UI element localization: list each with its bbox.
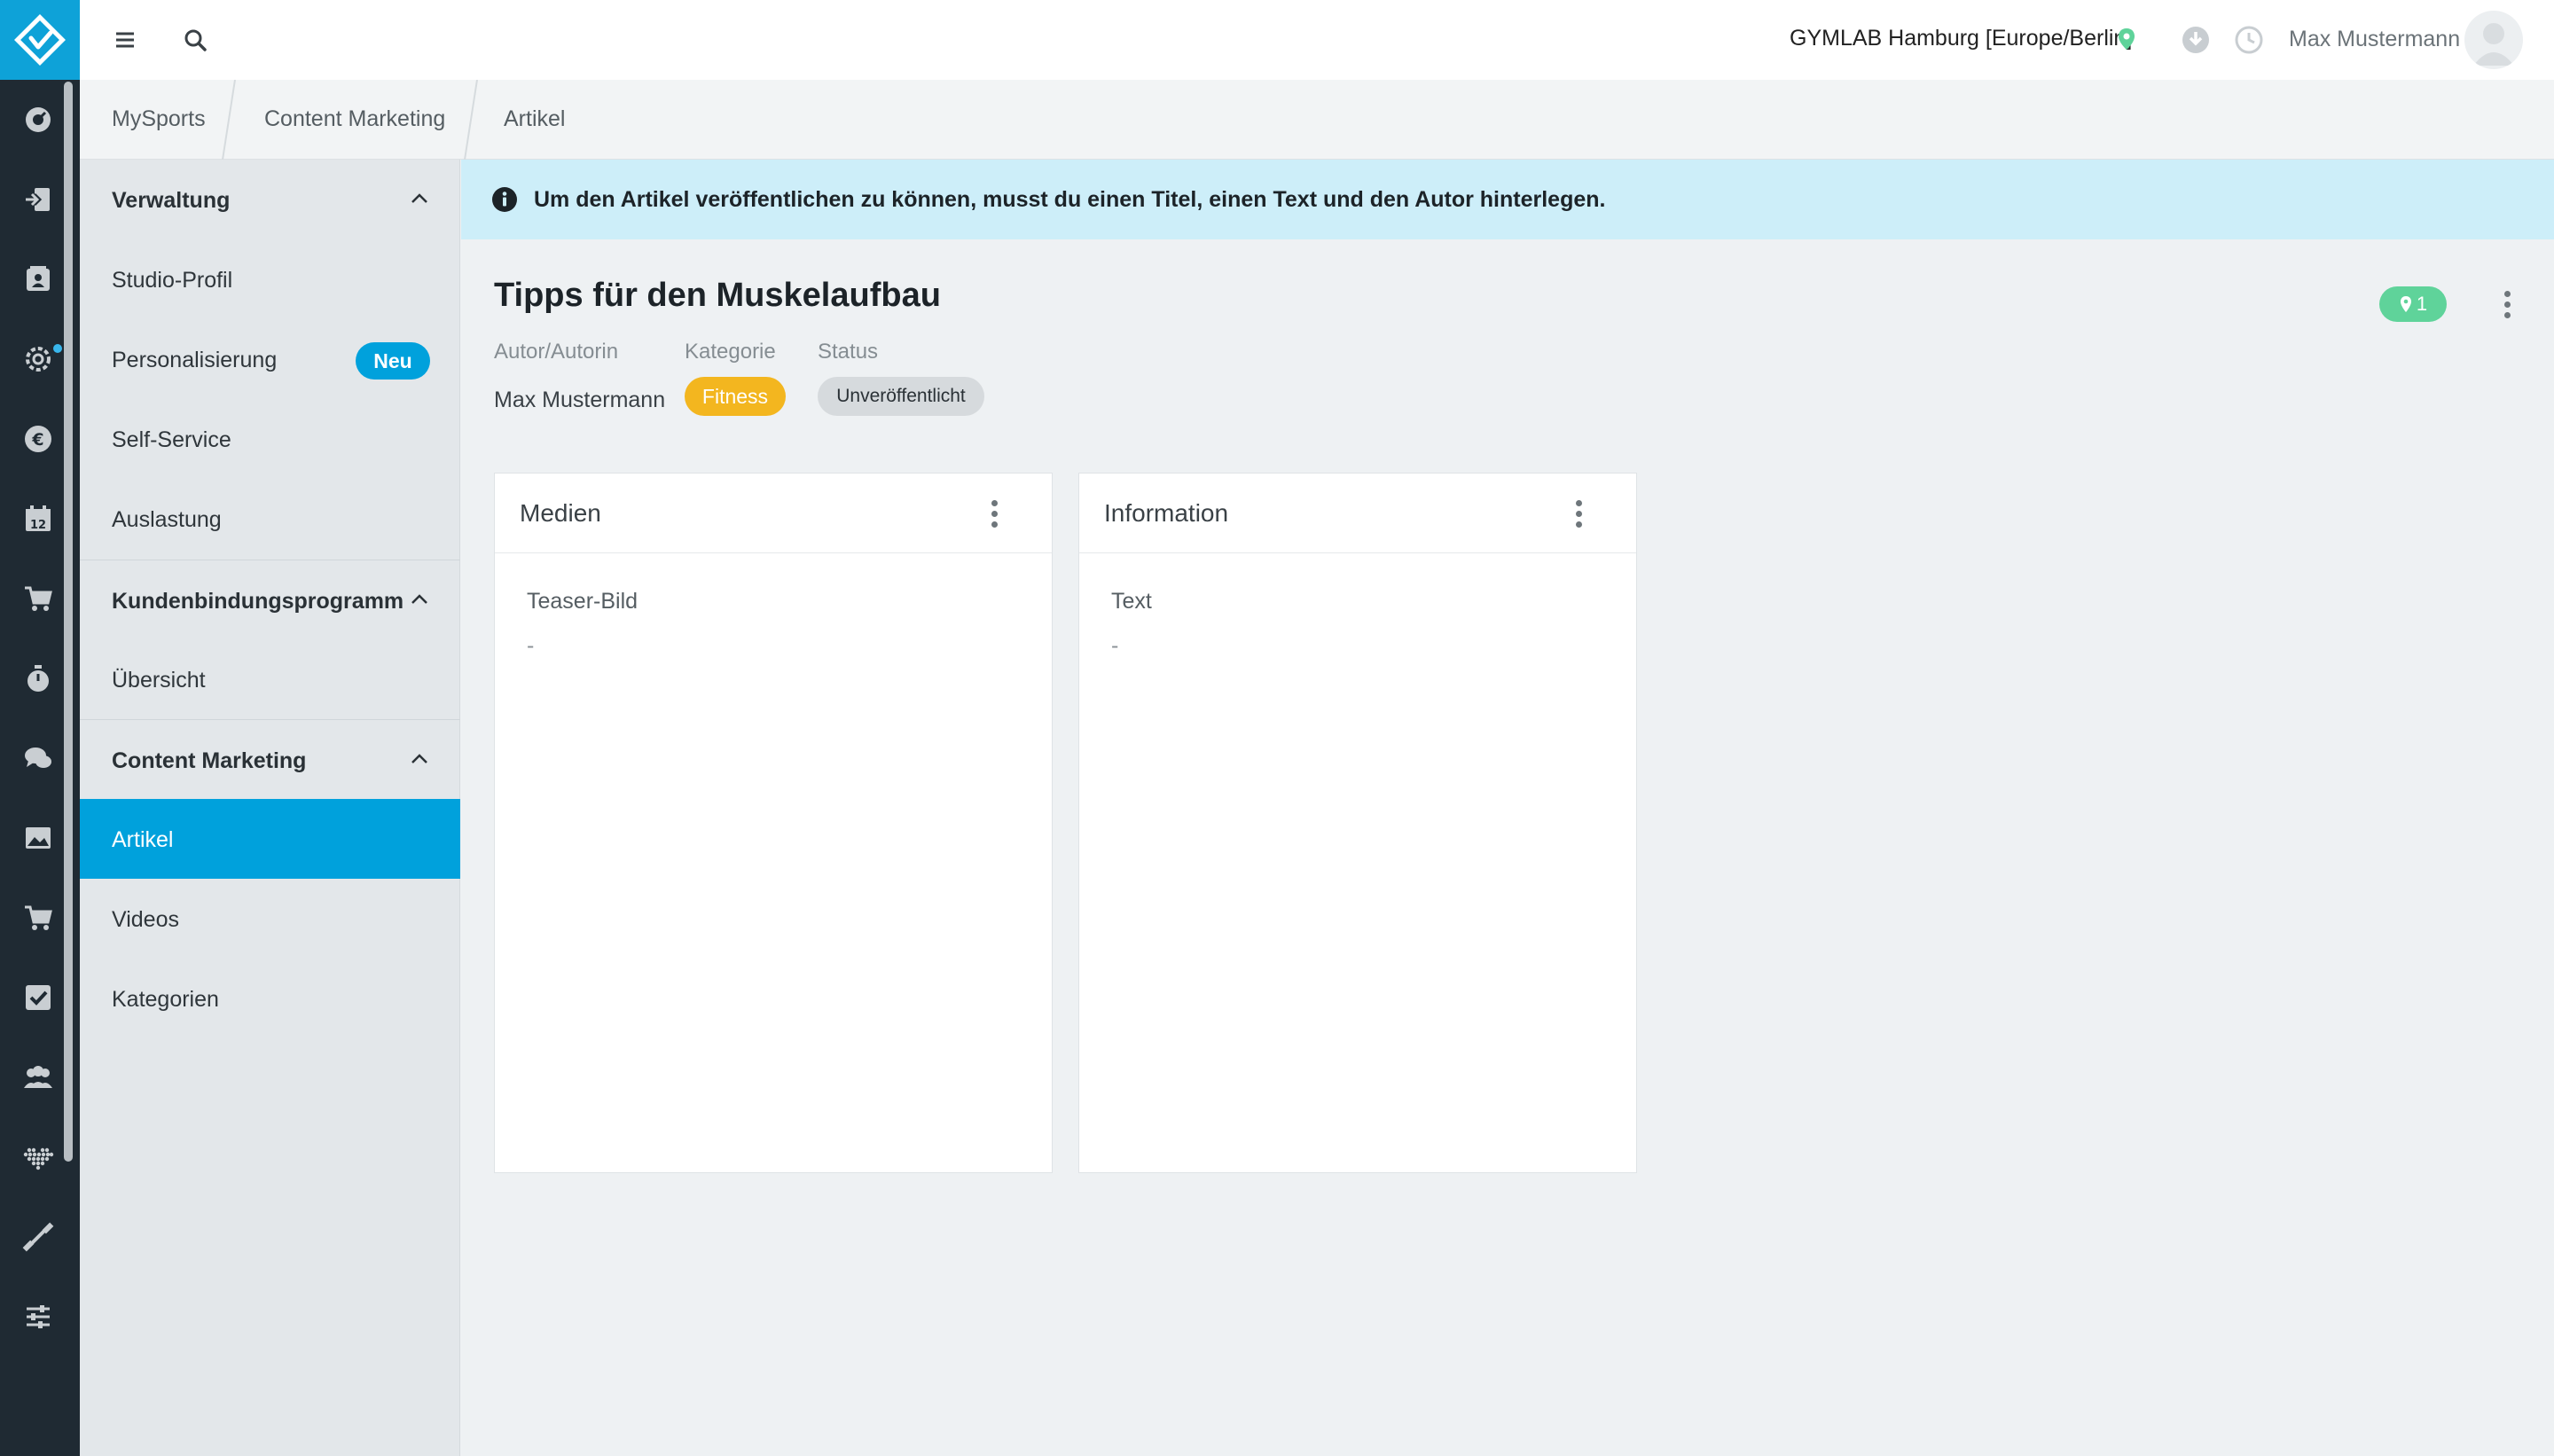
location-pin-icon bbox=[2400, 296, 2411, 312]
sidebar-item-videos[interactable]: Videos bbox=[80, 879, 460, 959]
media-card-menu-icon[interactable] bbox=[981, 496, 1007, 531]
logo-icon bbox=[14, 14, 66, 66]
category-badge[interactable]: Fitness bbox=[685, 377, 786, 416]
chevron-up-icon bbox=[411, 193, 427, 203]
avatar[interactable] bbox=[2464, 11, 2523, 69]
search-icon[interactable] bbox=[175, 20, 215, 60]
teaser-image-label: Teaser-Bild bbox=[527, 589, 638, 614]
card-title: Medien bbox=[520, 499, 601, 527]
author-value: Max Mustermann bbox=[494, 387, 666, 412]
contacts-icon[interactable] bbox=[16, 257, 60, 301]
cart-icon[interactable] bbox=[16, 896, 60, 940]
breadcrumb-separator bbox=[222, 80, 236, 160]
menu-icon[interactable] bbox=[105, 20, 145, 60]
heart-dots-icon[interactable] bbox=[16, 1135, 60, 1179]
alert-message: Um den Artikel veröffentlichen zu können… bbox=[534, 187, 1606, 212]
sidebar-group-verwaltung[interactable]: Verwaltung bbox=[80, 160, 460, 239]
card-header: Medien bbox=[495, 474, 1052, 553]
dashboard-icon[interactable] bbox=[16, 98, 60, 142]
checkbox-icon[interactable] bbox=[16, 975, 60, 1020]
sidebar-item-auslastung[interactable]: Auslastung bbox=[80, 479, 460, 559]
timer-icon[interactable] bbox=[16, 656, 60, 701]
sidebar-item-label: Übersicht bbox=[112, 668, 206, 693]
avatar-placeholder-icon bbox=[2473, 23, 2514, 66]
sidebar-group-content-marketing[interactable]: Content Marketing bbox=[80, 719, 460, 799]
sidebar: Verwaltung Studio-Profil Personalisierun… bbox=[80, 160, 460, 1456]
teaser-image-value: - bbox=[527, 633, 535, 658]
new-badge: Neu bbox=[356, 342, 430, 380]
card-header: Information bbox=[1079, 474, 1636, 553]
media-card: Medien Teaser-Bild - bbox=[494, 473, 1053, 1173]
breadcrumb-artikel: Artikel bbox=[504, 106, 566, 131]
sidebar-item-artikel[interactable]: Artikel bbox=[80, 799, 460, 879]
text-label: Text bbox=[1111, 589, 1152, 614]
icon-rail: € 12 bbox=[0, 0, 80, 1456]
card-title: Information bbox=[1104, 499, 1229, 527]
shop-cart-icon[interactable] bbox=[16, 576, 60, 621]
chevron-up-icon bbox=[411, 754, 427, 763]
clock-icon[interactable] bbox=[2234, 25, 2264, 55]
top-bar: GYMLAB Hamburg [Europe/Berlin] Max Muste… bbox=[80, 0, 2554, 80]
user-name[interactable]: Max Mustermann bbox=[2289, 27, 2460, 52]
sidebar-group-kundenbindungsprogramm[interactable]: Kundenbindungsprogramm bbox=[80, 560, 460, 639]
location-pin-icon bbox=[2119, 28, 2135, 50]
sidebar-item-label: Videos bbox=[112, 907, 179, 932]
notification-dot bbox=[51, 342, 64, 355]
calendar-icon[interactable]: 12 bbox=[16, 497, 60, 541]
sidebar-item-label: Kategorien bbox=[112, 987, 219, 1012]
sidebar-item-kategorien[interactable]: Kategorien bbox=[80, 959, 460, 1038]
breadcrumb-separator bbox=[464, 80, 478, 160]
breadcrumb-mysports[interactable]: MySports bbox=[112, 106, 206, 132]
breadcrumb: MySports Content Marketing Artikel bbox=[80, 80, 2554, 160]
check-in-icon[interactable] bbox=[16, 177, 60, 222]
sidebar-item-label: Self-Service bbox=[112, 427, 231, 452]
sliders-icon[interactable] bbox=[16, 1295, 60, 1339]
rail-scrollbar[interactable] bbox=[64, 82, 73, 1162]
sidebar-item-personalisierung[interactable]: Personalisierung Neu bbox=[80, 319, 460, 399]
page-title: Tipps für den Muskelaufbau bbox=[494, 277, 941, 314]
chat-icon[interactable] bbox=[16, 736, 60, 780]
studio-location[interactable]: GYMLAB Hamburg [Europe/Berlin] bbox=[1790, 26, 2132, 51]
finance-icon[interactable]: € bbox=[16, 417, 60, 461]
image-icon[interactable] bbox=[16, 816, 60, 860]
status-badge: Unveröffentlicht bbox=[818, 377, 984, 416]
sidebar-item-label: Studio-Profil bbox=[112, 268, 233, 293]
sidebar-item-self-service[interactable]: Self-Service bbox=[80, 399, 460, 479]
location-count: 1 bbox=[2416, 293, 2428, 315]
info-alert: Um den Artikel veröffentlichen zu können… bbox=[461, 160, 2554, 239]
status-label: Status bbox=[818, 340, 879, 364]
author-label: Autor/Autorin bbox=[494, 340, 619, 364]
download-icon[interactable] bbox=[2181, 25, 2211, 55]
location-count-badge[interactable]: 1 bbox=[2379, 286, 2447, 322]
app-logo[interactable] bbox=[0, 0, 80, 80]
sidebar-item-label: Personalisierung bbox=[112, 348, 278, 372]
sidebar-item-studio-profil[interactable]: Studio-Profil bbox=[80, 239, 460, 319]
dumbbell-icon[interactable] bbox=[16, 1215, 60, 1259]
information-card: Information Text - bbox=[1078, 473, 1637, 1173]
sidebar-item-uebersicht[interactable]: Übersicht bbox=[80, 639, 460, 719]
main-content: Um den Artikel veröffentlichen zu können… bbox=[461, 160, 2554, 1456]
sidebar-group-label: Kundenbindungsprogramm bbox=[112, 589, 404, 614]
svg-text:12: 12 bbox=[30, 519, 46, 532]
breadcrumb-content-marketing[interactable]: Content Marketing bbox=[264, 106, 445, 132]
svg-text:€: € bbox=[31, 430, 43, 450]
sidebar-group-label: Content Marketing bbox=[112, 748, 307, 773]
sidebar-item-label: Auslastung bbox=[112, 507, 222, 532]
information-card-menu-icon[interactable] bbox=[1565, 496, 1592, 531]
text-value: - bbox=[1111, 633, 1119, 658]
sidebar-item-label: Artikel bbox=[112, 827, 174, 852]
settings-icon[interactable] bbox=[16, 337, 64, 381]
sidebar-group-label: Verwaltung bbox=[112, 188, 231, 213]
info-icon bbox=[492, 187, 517, 212]
group-icon[interactable] bbox=[16, 1055, 60, 1100]
article-more-menu-icon[interactable] bbox=[2494, 286, 2520, 322]
category-label: Kategorie bbox=[685, 340, 776, 364]
chevron-up-icon bbox=[411, 594, 427, 604]
